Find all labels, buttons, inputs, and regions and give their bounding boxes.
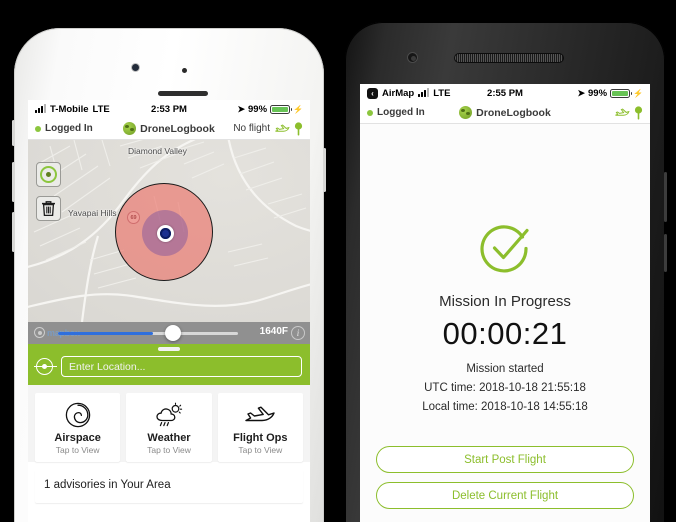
flight-ops-plane-icon [220, 401, 301, 429]
check-circle-icon [478, 222, 532, 281]
logged-in-label: Logged In [45, 123, 93, 134]
volume-down-button[interactable] [12, 212, 15, 252]
altitude-slider-track[interactable] [58, 332, 238, 335]
white-phone-device: T-Mobile LTE 2:53 PM ➤ 99% ⚡ Logged In D… [12, 28, 326, 522]
left-phone-screen: T-Mobile LTE 2:53 PM ➤ 99% ⚡ Logged In D… [28, 100, 310, 522]
tile-subtitle: Tap to View [55, 445, 100, 455]
map-pin-icon[interactable] [294, 121, 303, 136]
status-dot-icon [367, 109, 373, 116]
volume-up-button[interactable] [12, 162, 15, 202]
map-pin-icon[interactable] [634, 105, 643, 120]
network-type-label: LTE [433, 87, 451, 99]
location-arrow-icon: ➤ [237, 103, 246, 114]
mission-timer: 00:00:21 [442, 316, 568, 351]
airspace-spiral-icon [37, 401, 118, 429]
advisories-card[interactable]: 1 advisories in Your Area [35, 470, 303, 503]
lightning-bolt-icon: ⚡ [293, 104, 303, 114]
mission-utc-time: UTC time: 2018-10-18 21:55:18 [424, 382, 586, 394]
power-button[interactable] [323, 148, 326, 192]
dronelogbook-logo-icon [459, 106, 473, 119]
mission-title: Mission In Progress [439, 293, 571, 310]
tile-subtitle: Tap to View [147, 445, 191, 455]
logged-in-label: Logged In [377, 107, 425, 118]
battery-icon [270, 104, 293, 114]
left-status-bar: T-Mobile LTE 2:53 PM ➤ 99% ⚡ [28, 100, 310, 118]
logged-in-status: Logged In [35, 123, 93, 134]
advisories-label: 1 advisories in Your Area [44, 479, 171, 491]
brand-label: DroneLogbook [140, 122, 215, 135]
tile-title: Flight Ops [233, 432, 288, 444]
front-camera-icon [132, 64, 139, 71]
carrier-label: T-Mobile [50, 103, 89, 115]
search-input[interactable] [61, 356, 302, 377]
back-chevron-icon[interactable]: ‹ [367, 87, 378, 99]
proximity-sensor-icon [182, 68, 187, 73]
battery-percent-label: 99% [248, 103, 268, 115]
map-label-yavapai-hills: Yavapai Hills [68, 208, 117, 218]
center-target-icon [40, 166, 57, 183]
tile-flight-ops[interactable]: Flight Ops Tap to View [217, 393, 303, 462]
tile-title: Weather [147, 432, 191, 444]
volume-button[interactable] [664, 234, 667, 272]
tile-title: Airspace [54, 432, 101, 444]
right-phone-screen: ‹ AirMap LTE 2:55 PM ➤ 99% ⚡ Logged In D… [360, 84, 650, 522]
altitude-slider-bar[interactable]: mapbox 1640F i [28, 322, 310, 344]
earpiece-speaker-icon [455, 54, 563, 62]
weather-cloud-sun-rain-icon [128, 401, 209, 429]
location-arrow-icon: ➤ [577, 87, 586, 98]
map-label-diamond-valley: Diamond Valley [128, 146, 187, 156]
mission-started-label: Mission started [466, 363, 544, 375]
dronelogbook-logo-icon [123, 122, 137, 135]
map-view[interactable]: Diamond Valley Yavapai Hills 69 [28, 140, 310, 322]
lightning-bolt-icon: ⚡ [633, 88, 643, 98]
center-map-button[interactable] [36, 162, 61, 187]
right-app-bar: Logged In DroneLogbook [360, 102, 650, 124]
signal-bars-icon [35, 104, 46, 113]
drag-handle[interactable] [158, 347, 180, 351]
signal-bars-icon [418, 88, 430, 97]
quick-tiles: Airspace Tap to View Weather Tap to View… [28, 385, 310, 462]
front-camera-icon [407, 52, 418, 63]
trash-icon [42, 201, 55, 217]
delete-shape-button[interactable] [36, 196, 61, 221]
logged-in-status: Logged In [367, 107, 425, 118]
plane-icon[interactable] [614, 107, 630, 118]
geofence-badge: 69 [127, 211, 140, 224]
crosshair-icon[interactable] [34, 358, 57, 375]
right-status-bar: ‹ AirMap LTE 2:55 PM ➤ 99% ⚡ [360, 84, 650, 102]
tile-weather[interactable]: Weather Tap to View [126, 393, 212, 462]
mission-panel: Mission In Progress 00:00:21 Mission sta… [360, 124, 650, 522]
screenshot-stage: T-Mobile LTE 2:53 PM ➤ 99% ⚡ Logged In D… [0, 0, 676, 522]
start-post-flight-button[interactable]: Start Post Flight [376, 446, 634, 473]
mapbox-logo-icon [34, 327, 45, 338]
tile-subtitle: Tap to View [238, 445, 283, 455]
earpiece-speaker-icon [158, 91, 208, 96]
battery-percent-label: 99% [588, 87, 608, 99]
battery-icon [610, 88, 633, 98]
status-dot-icon [35, 125, 41, 132]
geofence-circle[interactable]: 69 [115, 183, 213, 281]
search-band [28, 344, 310, 385]
left-app-bar: Logged In DroneLogbook No flight [28, 118, 310, 140]
back-app-label[interactable]: AirMap [382, 88, 414, 99]
info-icon[interactable]: i [291, 326, 305, 340]
tile-airspace[interactable]: Airspace Tap to View [35, 393, 121, 462]
mission-local-time: Local time: 2018-10-18 14:55:18 [422, 401, 588, 413]
silent-switch[interactable] [12, 120, 15, 146]
network-type-label: LTE [92, 103, 110, 115]
altitude-slider-knob[interactable] [165, 325, 181, 341]
power-button[interactable] [664, 172, 667, 222]
brand-label: DroneLogbook [476, 106, 551, 119]
black-phone-device: ‹ AirMap LTE 2:55 PM ➤ 99% ⚡ Logged In D… [345, 22, 667, 522]
delete-current-flight-button[interactable]: Delete Current Flight [376, 482, 634, 509]
altitude-value-label: 1640F [259, 326, 288, 337]
flight-status-label: No flight [233, 123, 270, 134]
drone-marker-icon[interactable] [157, 225, 174, 242]
plane-icon[interactable] [274, 123, 290, 134]
